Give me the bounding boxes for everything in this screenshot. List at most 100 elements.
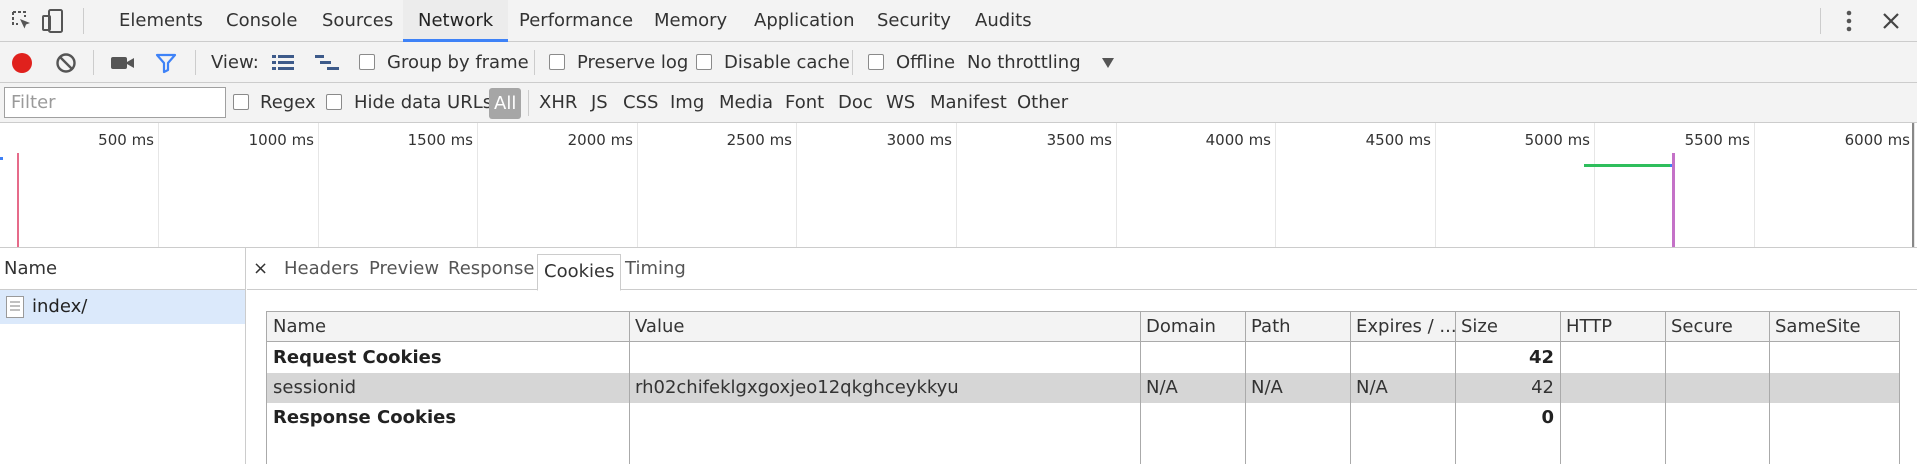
offline-label: Offline <box>896 52 956 73</box>
divider <box>1820 8 1821 34</box>
clear-icon[interactable] <box>53 50 79 76</box>
dom-content-loaded-marker <box>0 157 3 160</box>
type-filter-manifest[interactable]: Manifest <box>930 83 1007 123</box>
document-icon <box>6 296 24 318</box>
inspect-element-icon[interactable] <box>9 8 35 34</box>
group-by-frame-checkbox[interactable] <box>359 54 375 70</box>
type-filter-other[interactable]: Other <box>1017 83 1068 123</box>
throttling-select[interactable]: No throttling <box>967 42 1081 83</box>
type-filter-media[interactable]: Media <box>719 83 773 123</box>
column-divider[interactable] <box>1455 312 1456 464</box>
type-filter-font[interactable]: Font <box>785 83 824 123</box>
column-header-size[interactable]: Size <box>1455 312 1560 342</box>
close-devtools-icon[interactable] <box>1878 8 1904 34</box>
tab-timing[interactable]: Timing <box>625 248 686 290</box>
column-divider[interactable] <box>1350 312 1351 464</box>
column-divider[interactable] <box>1245 312 1246 464</box>
timeline-tick-label: 5500 ms <box>1684 131 1750 149</box>
column-header-domain[interactable]: Domain <box>1140 312 1245 342</box>
column-header-value[interactable]: Value <box>629 312 1140 342</box>
type-filter-xhr[interactable]: XHR <box>539 83 577 123</box>
name-column-header[interactable]: Name <box>0 248 245 290</box>
tab-sources[interactable]: Sources <box>322 0 393 42</box>
capture-screenshots-icon[interactable] <box>110 50 136 76</box>
column-header-path[interactable]: Path <box>1245 312 1350 342</box>
cookie-http <box>1560 373 1665 403</box>
tab-network[interactable]: Network <box>403 0 509 42</box>
timeline-tick-label: 2000 ms <box>567 131 633 149</box>
column-header-name[interactable]: Name <box>267 312 629 342</box>
response-cookies-section-row: Response Cookies 0 <box>267 403 1899 433</box>
overview-window-handle[interactable] <box>1912 123 1914 247</box>
type-filter-js[interactable]: JS <box>591 83 608 123</box>
view-label: View: <box>211 52 259 73</box>
network-overview-timeline[interactable]: 500 ms 1000 ms 1500 ms 2000 ms 2500 ms 3000 m… <box>0 123 1917 248</box>
tab-console[interactable]: Console <box>226 0 297 42</box>
cookie-row[interactable]: sessionid rh02chifeklgxgoxjeo12qkghceykk… <box>267 373 1899 403</box>
more-options-icon[interactable] <box>1836 8 1862 34</box>
timeline-gridline <box>1275 123 1276 247</box>
timeline-tick-label: 500 ms <box>98 131 154 149</box>
column-divider[interactable] <box>1665 312 1666 464</box>
timeline-tick-label: 1000 ms <box>248 131 314 149</box>
column-header-secure[interactable]: Secure <box>1665 312 1769 342</box>
record-icon[interactable] <box>9 50 35 76</box>
timeline-tick-label: 2500 ms <box>726 131 792 149</box>
timeline-gridline <box>158 123 159 247</box>
timeline-gridline <box>1116 123 1117 247</box>
filter-icon[interactable] <box>153 50 179 76</box>
type-filter-ws[interactable]: WS <box>886 83 915 123</box>
hide-data-urls-checkbox[interactable] <box>326 94 342 110</box>
column-header-samesite[interactable]: SameSite <box>1769 312 1899 342</box>
timeline-gridline <box>637 123 638 247</box>
request-row[interactable]: index/ <box>0 290 245 324</box>
tab-security[interactable]: Security <box>877 0 951 42</box>
tab-response[interactable]: Response <box>448 248 534 290</box>
tab-cookies[interactable]: Cookies <box>537 254 622 291</box>
column-header-http[interactable]: HTTP <box>1560 312 1665 342</box>
column-divider[interactable] <box>1140 312 1141 464</box>
large-rows-icon[interactable] <box>270 50 296 76</box>
filter-input[interactable] <box>4 87 226 118</box>
disable-cache-checkbox[interactable] <box>696 54 712 70</box>
overview-waterfall-icon[interactable] <box>314 50 340 76</box>
cookies-table-header: Name Value Domain Path Expires / ... Siz… <box>267 312 1899 342</box>
timeline-tick-label: 1500 ms <box>407 131 473 149</box>
timeline-gridline <box>1594 123 1595 247</box>
offline-checkbox[interactable] <box>868 54 884 70</box>
cookie-path: N/A <box>1251 377 1283 398</box>
tab-elements[interactable]: Elements <box>119 0 203 42</box>
tab-performance[interactable]: Performance <box>519 0 633 42</box>
tab-preview[interactable]: Preview <box>369 248 439 290</box>
filter-bar: Regex Hide data URLs All XHR JS CSS Img … <box>0 83 1917 123</box>
timeline-gridline <box>1754 123 1755 247</box>
preserve-log-checkbox[interactable] <box>549 54 565 70</box>
cookie-secure <box>1665 373 1769 403</box>
type-filter-img[interactable]: Img <box>670 83 704 123</box>
column-divider[interactable] <box>1560 312 1561 464</box>
divider <box>195 50 196 75</box>
load-event-line <box>17 153 19 247</box>
tab-headers[interactable]: Headers <box>284 248 359 290</box>
type-filter-doc[interactable]: Doc <box>838 83 873 123</box>
tab-audits[interactable]: Audits <box>975 0 1032 42</box>
column-header-expires[interactable]: Expires / ... <box>1350 312 1455 342</box>
close-detail-icon[interactable]: × <box>253 248 268 290</box>
timeline-tick-label: 6000 ms <box>1844 131 1910 149</box>
type-filter-all[interactable]: All <box>489 88 522 119</box>
tab-application[interactable]: Application <box>754 0 855 42</box>
column-divider[interactable] <box>1769 312 1770 464</box>
divider <box>534 50 535 75</box>
regex-checkbox[interactable] <box>233 94 249 110</box>
request-cookies-label: Request Cookies <box>273 347 442 368</box>
type-filter-css[interactable]: CSS <box>623 83 658 123</box>
divider <box>852 50 853 75</box>
tab-memory[interactable]: Memory <box>654 0 727 42</box>
request-cookies-section-row: Request Cookies 42 <box>267 343 1899 373</box>
detail-tab-bar: × Headers Preview Response Cookies Timin… <box>247 248 1917 291</box>
disable-cache-label: Disable cache <box>724 52 850 73</box>
chevron-down-icon[interactable] <box>1095 50 1121 76</box>
device-toolbar-icon[interactable] <box>40 8 66 34</box>
timeline-tick-label: 3000 ms <box>886 131 952 149</box>
column-divider[interactable] <box>629 312 630 464</box>
